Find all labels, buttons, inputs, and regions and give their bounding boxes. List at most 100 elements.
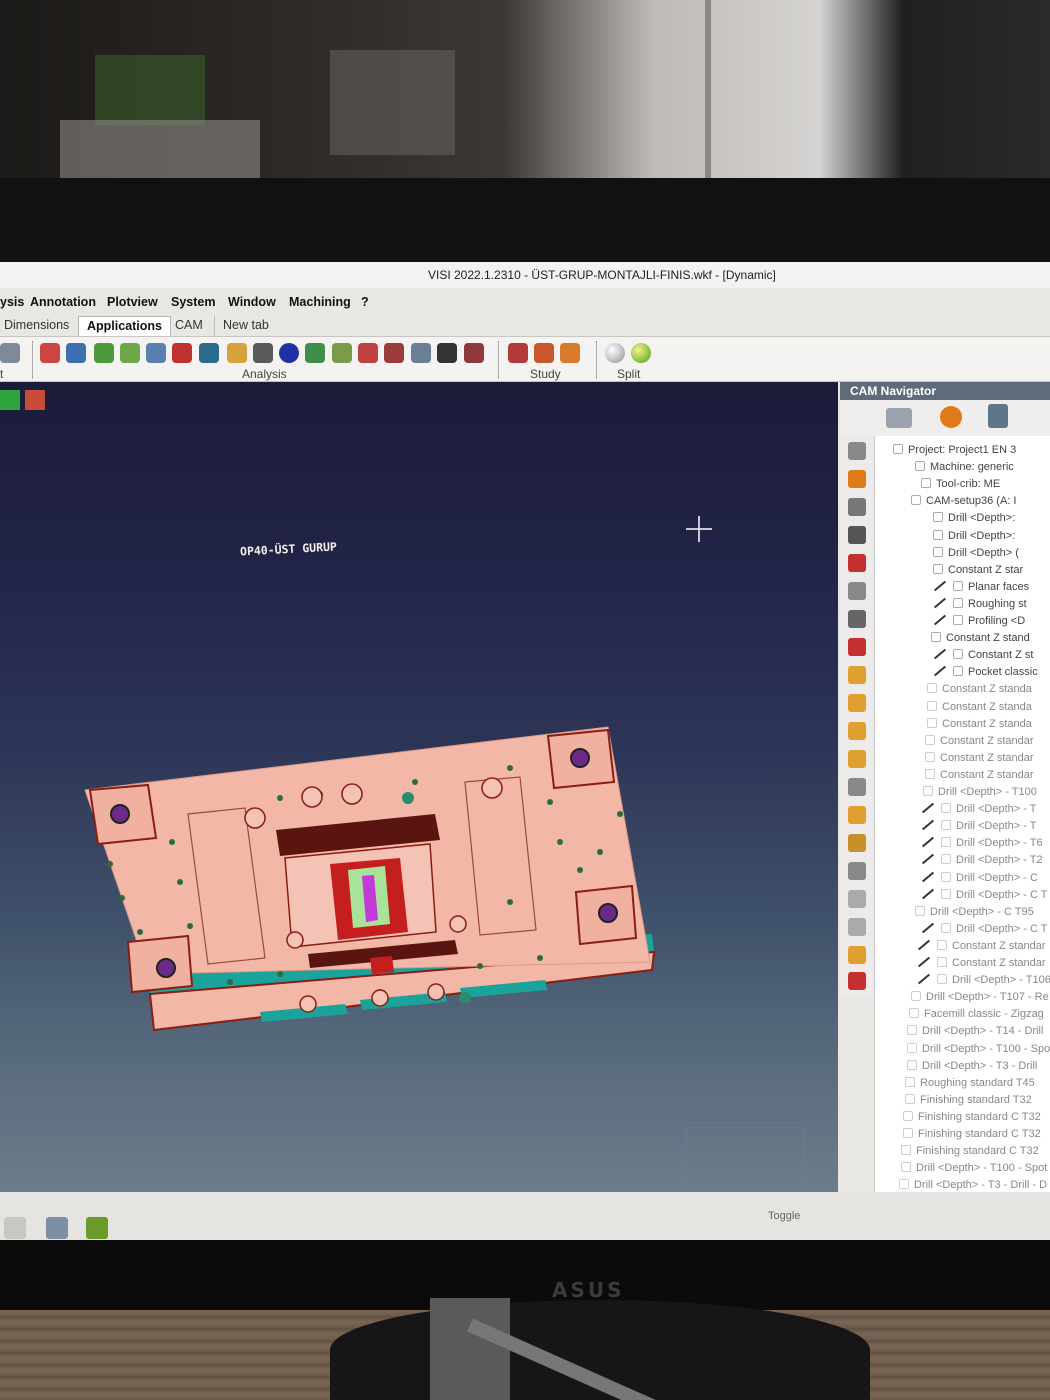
tool-icon[interactable] [464, 343, 484, 363]
tree-item[interactable]: Drill <Depth> - C T [921, 887, 1048, 903]
tree-item[interactable]: Roughing standard T45 [905, 1075, 1035, 1091]
tool-icon[interactable] [384, 343, 404, 363]
3d-viewport[interactable]: OP40-ÜST GURUP [0, 382, 838, 1192]
tree-item[interactable]: Drill <Depth> - T3 - Drill [907, 1058, 1037, 1074]
flask-icon[interactable] [848, 834, 866, 852]
view-cube-icon[interactable] [0, 390, 20, 410]
tool-icon[interactable] [848, 946, 866, 964]
menu-annotation[interactable]: Annotation [30, 295, 96, 309]
gear-icon[interactable] [848, 498, 866, 516]
menu-help[interactable]: ? [361, 295, 369, 309]
tree-item[interactable]: Constant Z standar [925, 750, 1034, 766]
tree-item[interactable]: Constant Z standar [917, 955, 1046, 971]
tool-icon[interactable] [253, 343, 273, 363]
tree-item[interactable]: Project: Project1 EN 3 [893, 442, 1016, 458]
tree-item[interactable]: Drill <Depth> - C T95 [915, 904, 1034, 920]
tree-item[interactable]: Planar faces [933, 579, 1029, 595]
tree-item[interactable]: Drill <Depth> - T106 [917, 972, 1050, 988]
tree-item[interactable]: Roughing st [933, 596, 1027, 612]
tree-item[interactable]: Constant Z standar [917, 938, 1046, 954]
tree-item[interactable]: Constant Z stand [931, 630, 1030, 646]
tool-icon[interactable] [66, 343, 86, 363]
tool-icon[interactable] [0, 343, 20, 363]
tool-icon[interactable] [172, 343, 192, 363]
tool-icon[interactable] [120, 343, 140, 363]
tool-icon[interactable] [94, 343, 114, 363]
tool-icon[interactable] [146, 343, 166, 363]
tool-icon[interactable] [358, 343, 378, 363]
tool-icon[interactable] [227, 343, 247, 363]
tool-icon[interactable] [332, 343, 352, 363]
tool-icon[interactable] [848, 722, 866, 740]
menu-plotview[interactable]: Plotview [107, 295, 158, 309]
tool-icon[interactable] [534, 343, 554, 363]
gear-icon[interactable] [940, 406, 962, 428]
search-icon[interactable] [848, 442, 866, 460]
tree-item[interactable]: Drill <Depth> - T107 - Re [911, 989, 1049, 1005]
tool-icon[interactable] [848, 890, 866, 908]
menu-system[interactable]: System [171, 295, 215, 309]
tool-icon[interactable] [848, 806, 866, 824]
tree-item[interactable]: Pocket classic [933, 664, 1038, 680]
tree-item[interactable]: Drill <Depth> ( [933, 545, 1019, 561]
tree-item[interactable]: Drill <Depth> - T6 [921, 835, 1043, 851]
tool-icon[interactable] [411, 343, 431, 363]
tree-item[interactable]: Finishing standard C T32 [903, 1126, 1041, 1142]
taskbar-app-icon[interactable] [4, 1217, 26, 1239]
tree-item[interactable]: Constant Z star [933, 562, 1023, 578]
tool-icon[interactable] [848, 750, 866, 768]
tool-icon[interactable] [848, 610, 866, 628]
tree-item[interactable]: Drill <Depth>: [933, 510, 1015, 526]
tool-icon[interactable] [437, 343, 457, 363]
tree-item[interactable]: Drill <Depth> - T100 [923, 784, 1037, 800]
tree-item[interactable]: Facemill classic - Zigzag [909, 1006, 1044, 1022]
tree-item[interactable]: Constant Z standa [927, 681, 1032, 697]
tree-item[interactable]: Drill <Depth> - T3 - Drill - D [899, 1177, 1047, 1192]
tool-icon[interactable] [848, 638, 866, 656]
tab-cam[interactable]: CAM [167, 316, 211, 336]
tree-item[interactable]: Drill <Depth> - T100 - Spot [901, 1160, 1047, 1176]
tool-path-icon[interactable] [988, 404, 1008, 428]
tree-item[interactable]: Machine: generic [915, 459, 1014, 475]
tool-icon[interactable] [848, 582, 866, 600]
tree-item[interactable]: Finishing standard C T32 [901, 1143, 1039, 1159]
tool-icon[interactable] [305, 343, 325, 363]
tree-item[interactable]: Constant Z standar [925, 767, 1034, 783]
cam-view-icon[interactable] [886, 408, 912, 428]
tree-item[interactable]: Drill <Depth> - C [921, 870, 1038, 886]
tree-item[interactable]: Drill <Depth> - C T [921, 921, 1048, 937]
menu-window[interactable]: Window [228, 295, 276, 309]
tool-icon[interactable] [848, 694, 866, 712]
tree-item[interactable]: Drill <Depth> - T [921, 801, 1037, 817]
tool-icon[interactable] [848, 778, 866, 796]
sphere-icon[interactable] [279, 343, 299, 363]
toggle-label[interactable]: Toggle [768, 1210, 800, 1222]
tool-icon[interactable] [848, 554, 866, 572]
tree-item[interactable]: Constant Z st [933, 647, 1033, 663]
split-sphere-icon[interactable] [605, 343, 625, 363]
tool-icon[interactable] [848, 666, 866, 684]
tree-item[interactable]: Drill <Depth> - T14 - Drill [907, 1023, 1043, 1039]
menu-analysis[interactable]: ysis [0, 295, 24, 309]
taskbar-app-icon[interactable] [46, 1217, 68, 1239]
tree-item[interactable]: Finishing standard T32 [905, 1092, 1032, 1108]
tree-item[interactable]: Drill <Depth> - T [921, 818, 1037, 834]
tree-item[interactable]: Drill <Depth> - T2 [921, 852, 1043, 868]
view-tool-icon[interactable] [25, 390, 45, 410]
tree-item[interactable]: Drill <Depth>: [933, 528, 1015, 544]
tree-item[interactable]: Profiling <D [933, 613, 1025, 629]
tool-icon[interactable] [508, 343, 528, 363]
gear-icon[interactable] [848, 470, 866, 488]
tool-icon[interactable] [560, 343, 580, 363]
tool-icon[interactable] [848, 972, 866, 990]
visi-taskbar-icon[interactable] [86, 1217, 108, 1239]
tree-item[interactable]: Finishing standard C T32 [903, 1109, 1041, 1125]
tree-item[interactable]: Constant Z standa [927, 699, 1032, 715]
tree-item[interactable]: Constant Z standa [927, 716, 1032, 732]
tool-icon[interactable] [848, 918, 866, 936]
tree-item[interactable]: Drill <Depth> - T100 - Spo [907, 1041, 1050, 1057]
tool-icon[interactable] [199, 343, 219, 363]
tool-icon[interactable] [40, 343, 60, 363]
tree-item[interactable]: CAM-setup36 (A: I [911, 493, 1016, 509]
tab-dimensions[interactable]: Dimensions [0, 316, 77, 336]
